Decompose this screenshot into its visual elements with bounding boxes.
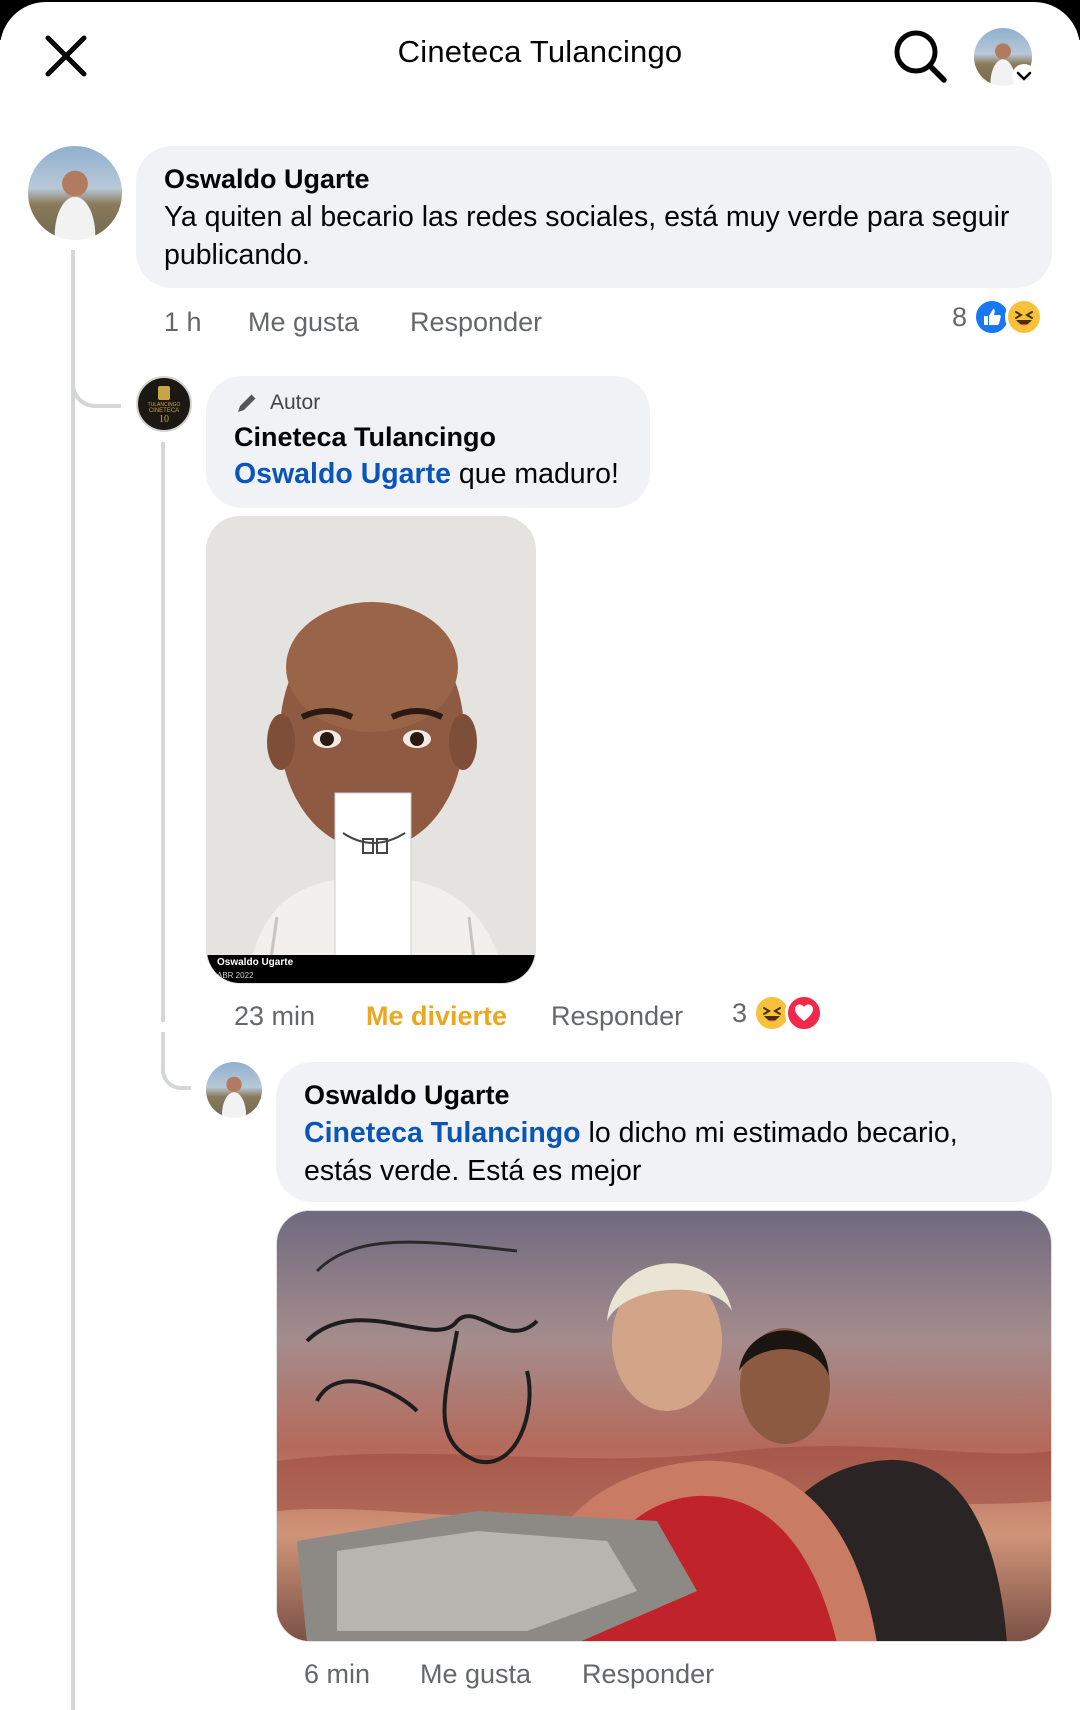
avatar[interactable]: TULANCINGO CINETECA 10	[136, 376, 192, 432]
reply-button[interactable]: Responder	[410, 307, 542, 338]
comment-time: 23 min	[234, 1000, 316, 1031]
thread-line	[71, 250, 75, 1710]
comment-actions: 1 h Me gusta Responder	[164, 304, 542, 340]
pencil-icon	[238, 393, 257, 412]
comment-actions: 6 min Me gusta Responder	[304, 1656, 714, 1692]
author-badge-label: Autor	[270, 391, 321, 414]
reaction-summary[interactable]: 8	[952, 298, 1044, 336]
image-caption-name: Oswaldo Ugarte	[217, 957, 294, 968]
comment-thread-screen: Cineteca Tulancingo Oswaldo Ugarte Ya qu…	[0, 2, 1080, 1710]
comment-bubble: Autor Cineteca Tulancingo Oswaldo Ugarte…	[206, 376, 650, 508]
like-button[interactable]: Me gusta	[420, 1659, 582, 1690]
comment-author[interactable]: Oswaldo Ugarte	[304, 1078, 1024, 1112]
chevron-down-icon[interactable]	[1012, 64, 1036, 88]
comment-text: Cineteca Tulancingo lo dicho mi estimado…	[304, 1117, 958, 1187]
comment-author[interactable]: Oswaldo Ugarte	[164, 162, 1024, 196]
comment-author[interactable]: Cineteca Tulancingo	[234, 420, 622, 454]
comment-bubble: Oswaldo Ugarte Cineteca Tulancingo lo di…	[276, 1062, 1052, 1202]
reply-button[interactable]: Responder	[582, 1659, 714, 1690]
mention-link[interactable]: Cineteca Tulancingo	[304, 1117, 581, 1149]
author-badge: Autor	[234, 390, 622, 416]
comment-text: Ya quiten al becario las redes sociales,…	[164, 201, 1010, 271]
love-icon	[785, 994, 824, 1032]
comment-image[interactable]	[276, 1210, 1052, 1642]
comment-actions: 23 min Me divierte Responder	[234, 998, 683, 1034]
thread-line	[161, 442, 165, 1022]
cineteca-logo: TULANCINGO CINETECA 10	[148, 386, 181, 425]
image-caption-date: ABR 2022	[217, 971, 254, 980]
like-button[interactable]: Me gusta	[248, 307, 410, 338]
reply-button[interactable]: Responder	[551, 1001, 683, 1032]
portrait-photo	[207, 517, 535, 983]
reaction-count: 3	[732, 997, 748, 1028]
svg-text:10: 10	[159, 414, 169, 425]
comment-time: 6 min	[304, 1658, 371, 1689]
reaction-summary[interactable]: 3	[732, 994, 824, 1032]
comment-text: Oswaldo Ugarte que maduro!	[234, 458, 619, 490]
search-icon[interactable]	[890, 26, 950, 86]
thread-connector	[161, 1032, 191, 1090]
header: Cineteca Tulancingo	[0, 2, 1080, 112]
haha-icon	[1005, 298, 1044, 336]
reaction-count: 8	[952, 301, 968, 332]
like-button[interactable]: Me divierte	[366, 1001, 551, 1032]
avatar[interactable]	[28, 146, 122, 240]
avatar[interactable]	[206, 1062, 262, 1118]
comment-time: 1 h	[164, 306, 202, 337]
comment-bubble: Oswaldo Ugarte Ya quiten al becario las …	[136, 146, 1052, 288]
autographed-poster-photo	[277, 1211, 1051, 1641]
thread-connector	[71, 342, 121, 408]
mention-link[interactable]: Oswaldo Ugarte	[234, 458, 451, 490]
comment-image[interactable]: Oswaldo Ugarte ABR 2022	[206, 516, 536, 984]
